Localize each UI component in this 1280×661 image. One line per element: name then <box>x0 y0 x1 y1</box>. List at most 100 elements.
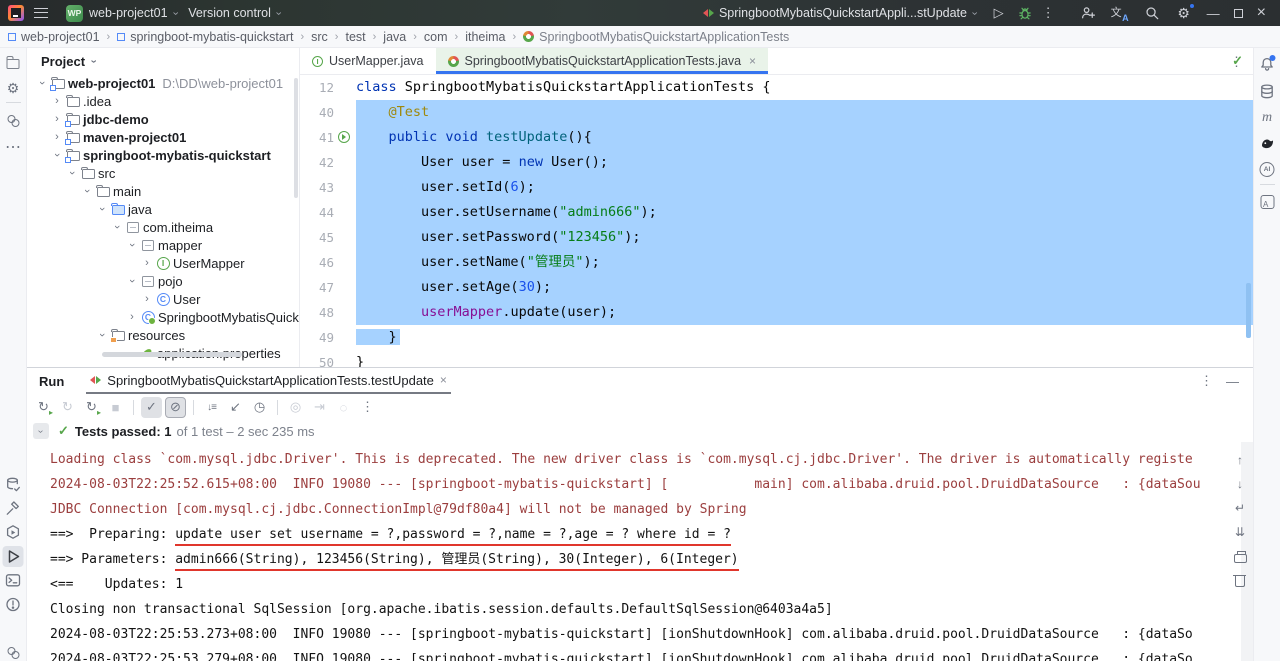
documentation-icon[interactable] <box>1257 191 1278 212</box>
horizontal-scrollbar[interactable] <box>102 352 242 357</box>
run-tool-icon[interactable] <box>3 546 24 567</box>
notifications-bell-icon[interactable] <box>1257 54 1278 75</box>
tree-item-main[interactable]: › main <box>27 182 299 200</box>
database-icon[interactable] <box>1257 81 1278 102</box>
gear-icon[interactable]: ⚙ <box>3 78 24 99</box>
tree-item-usermapper[interactable]: › I UserMapper <box>27 254 299 272</box>
scroll-down-icon[interactable]: ↓ <box>1232 476 1248 492</box>
print-icon[interactable] <box>1232 548 1248 564</box>
project-avatar[interactable]: WP <box>66 5 83 22</box>
chevron-icon[interactable]: › <box>66 166 78 180</box>
chevron-icon[interactable]: › <box>96 328 108 342</box>
scroll-to-end-icon[interactable]: ⇊ <box>1232 524 1248 540</box>
dependencies-check-icon[interactable] <box>3 474 24 495</box>
services-icon[interactable] <box>3 522 24 543</box>
structure-icon[interactable] <box>3 110 24 131</box>
search-everywhere-icon[interactable] <box>1143 4 1161 22</box>
tree-item-user[interactable]: › C User <box>27 290 299 308</box>
terminal-icon[interactable] <box>3 570 24 591</box>
breadcrumb-item[interactable]: src <box>311 30 328 44</box>
window-restore-button[interactable] <box>1234 9 1243 18</box>
settings-gear-icon[interactable]: ⚙ <box>1175 4 1193 22</box>
more-tool-windows-icon[interactable]: ⋯ <box>3 136 24 157</box>
navigate-with-single-click-icon[interactable]: ↙ <box>225 397 246 418</box>
build-hammer-icon[interactable] <box>3 498 24 519</box>
close-icon[interactable]: × <box>749 54 756 68</box>
vcs-widget[interactable]: Version control › <box>182 6 285 20</box>
tree-item-springboot-mybatis-quickstart[interactable]: › springboot-mybatis-quickstart <box>27 146 299 164</box>
breadcrumb-item[interactable]: SpringbootMybatisQuickstartApplicationTe… <box>523 30 789 44</box>
tree-item-com-itheima[interactable]: › com.itheima <box>27 218 299 236</box>
problems-icon[interactable] <box>3 594 24 615</box>
rerun-failed-icon[interactable]: ↻ <box>57 397 78 418</box>
console-output[interactable]: Loading class `com.mysql.jdbc.Driver'. T… <box>27 442 1231 661</box>
run-tool-window-label[interactable]: Run <box>27 374 64 389</box>
version-control-icon[interactable] <box>3 642 24 661</box>
run-test-gutter-icon[interactable] <box>338 131 350 143</box>
inspections-ok-icon[interactable]: ✓ <box>1232 53 1243 69</box>
project-tool-icon[interactable] <box>3 52 24 73</box>
tree-item-idea[interactable]: › .idea <box>27 92 299 110</box>
chevron-icon[interactable]: › <box>111 220 123 234</box>
stop-icon[interactable]: ■ <box>105 397 126 418</box>
scroll-up-icon[interactable]: ↑ <box>1232 452 1248 468</box>
pin-icon[interactable]: ◌ <box>333 397 354 418</box>
sort-by-duration-icon[interactable]: ↓≡ <box>201 397 222 418</box>
chevron-icon[interactable]: › <box>50 113 64 125</box>
clear-console-icon[interactable] <box>1232 572 1248 588</box>
breadcrumb-item[interactable]: itheima <box>465 30 505 44</box>
chevron-icon[interactable]: › <box>50 131 64 143</box>
run-configuration-widget[interactable]: SpringbootMybatisQuickstartAppli...stUpd… <box>697 6 982 20</box>
chevron-icon[interactable]: › <box>140 293 154 305</box>
show-passed-icon[interactable]: ✓ <box>141 397 162 418</box>
breadcrumb-item[interactable]: web-project01 <box>8 30 100 44</box>
tree-item-springboot-application[interactable]: › C SpringbootMybatisQuickst <box>27 308 299 326</box>
soft-wrap-icon[interactable]: ↵ <box>1232 500 1248 516</box>
chevron-icon[interactable]: › <box>126 238 138 252</box>
expand-test-tree-icon[interactable]: › <box>33 423 49 439</box>
breadcrumb-item[interactable]: com <box>424 30 448 44</box>
project-widget[interactable]: web-project01 › <box>83 6 182 20</box>
vertical-scrollbar[interactable] <box>294 78 298 198</box>
tree-item-resources[interactable]: › resources <box>27 326 299 344</box>
chevron-icon[interactable]: › <box>126 274 138 288</box>
chevron-icon[interactable]: › <box>51 148 63 162</box>
code-with-me-icon[interactable] <box>1079 4 1097 22</box>
test-history-icon[interactable]: ◷ <box>249 397 270 418</box>
window-minimize-button[interactable]: — <box>1207 6 1220 21</box>
export-test-results-icon[interactable]: ⇥ <box>309 397 330 418</box>
toggle-auto-test-icon[interactable]: ↻ <box>81 397 102 418</box>
toolbar-more-kebab-icon[interactable]: ⋮ <box>357 397 378 418</box>
run-button[interactable]: ▷ <box>990 4 1008 22</box>
maven-icon[interactable]: m <box>1257 107 1278 128</box>
panel-options-kebab-icon[interactable]: ⋮ <box>1200 373 1213 389</box>
snapshot-icon[interactable]: ◎ <box>285 397 306 418</box>
tree-item-pojo[interactable]: › pojo <box>27 272 299 290</box>
close-icon[interactable]: × <box>440 373 447 387</box>
plugin-icon[interactable] <box>1257 133 1278 154</box>
tree-item-web-project01[interactable]: › web-project01 D:\DD\web-project01 <box>27 74 299 92</box>
ai-assistant-icon[interactable]: AI <box>1257 159 1278 180</box>
chevron-icon[interactable]: › <box>50 95 64 107</box>
tree-item-mapper[interactable]: › mapper <box>27 236 299 254</box>
scrollbar-selection-mark[interactable] <box>1246 283 1251 338</box>
project-panel-header[interactable]: Project › <box>27 48 299 74</box>
hide-panel-icon[interactable]: — <box>1226 374 1239 389</box>
chevron-icon[interactable]: › <box>140 257 154 269</box>
breadcrumb-item[interactable]: java <box>383 30 406 44</box>
rerun-icon[interactable]: ↻ <box>33 397 54 418</box>
tree-item-java[interactable]: › java <box>27 200 299 218</box>
debug-button[interactable] <box>1016 4 1034 22</box>
translate-icon[interactable]: 文A <box>1111 4 1129 22</box>
main-menu-icon[interactable] <box>34 8 48 18</box>
tab-springboot-tests-java[interactable]: SpringbootMybatisQuickstartApplicationTe… <box>436 48 769 74</box>
run-session-tab[interactable]: SpringbootMybatisQuickstartApplicationTe… <box>86 368 451 394</box>
breadcrumb-item[interactable]: test <box>345 30 365 44</box>
show-ignored-icon[interactable]: ⊘ <box>165 397 186 418</box>
tree-item-jdbc-demo[interactable]: › jdbc-demo <box>27 110 299 128</box>
chevron-icon[interactable]: › <box>96 202 108 216</box>
chevron-icon[interactable]: › <box>125 311 139 323</box>
tab-usermapper-java[interactable]: I UserMapper.java <box>300 48 436 74</box>
tree-item-maven-project01[interactable]: › maven-project01 <box>27 128 299 146</box>
code-area[interactable]: 12 class SpringbootMybatisQuickstartAppl… <box>300 75 1253 367</box>
